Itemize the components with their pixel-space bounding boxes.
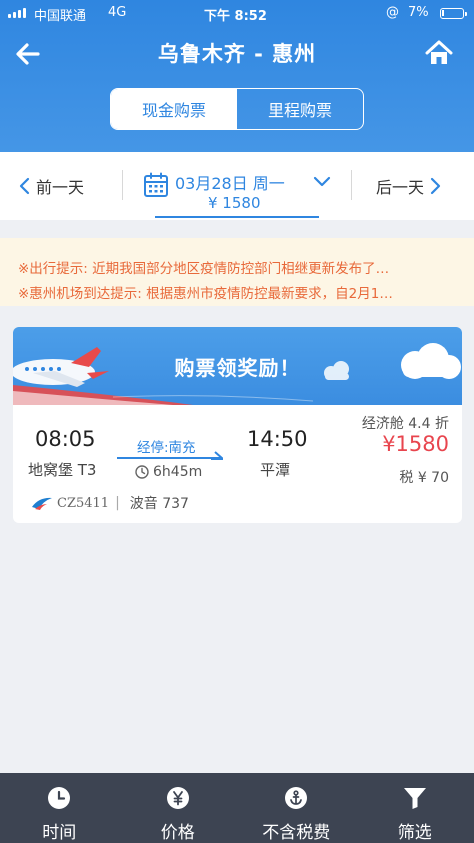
sort-by-price-button[interactable]: 价格 [119, 773, 238, 843]
clock-label: 下午 8:52 [204, 9, 267, 24]
travel-notice[interactable]: ※出行提示: 近期我国部分地区疫情防控部门相继更新发布了… ※惠州机场到达提示:… [0, 238, 474, 306]
cabin-discount: 经济舱 4.4 折 [361, 416, 449, 432]
selected-date: 03月28日 周一 [175, 174, 285, 193]
flight-number: CZ5411 [57, 495, 110, 511]
divider [122, 170, 123, 200]
arrival-time: 14:50 [247, 427, 308, 451]
next-day-label: 后一天 [376, 178, 425, 197]
departure-airport: 地窝堡 T3 [28, 461, 97, 479]
date-underline [155, 216, 319, 218]
tax-label: 税 ¥ 70 [399, 470, 449, 486]
china-southern-logo-icon [32, 497, 52, 510]
bottom-toolbar: 时间 价格 不含税费 筛选 [0, 773, 474, 843]
rotation-lock-icon: @ [386, 5, 399, 20]
stopover-label: 经停:南充 [137, 440, 196, 456]
carrier-label: 中国联通 [34, 9, 87, 24]
tab-label: 筛选 [397, 823, 432, 843]
sort-by-time-button[interactable]: 时间 [0, 773, 119, 843]
next-day-button[interactable]: 后一天 [376, 174, 442, 198]
tab-mileage-ticket[interactable]: 里程购票 [237, 89, 363, 129]
ticket-type-switch: 现金购票 里程购票 [110, 88, 364, 130]
home-icon [425, 40, 453, 64]
flight-card[interactable]: 08:05 地窝堡 T3 经停:南充 6h45m 14:50 平潭 经济舱 4.… [13, 405, 462, 523]
prev-day-label: 前一天 [36, 178, 85, 197]
selected-date-price: ¥ 1580 [208, 194, 261, 212]
network-label: 4G [108, 5, 127, 20]
route-arrow-icon [211, 451, 223, 460]
notice-line: ※出行提示: 近期我国部分地区疫情防控部门相继更新发布了… [18, 261, 390, 277]
route-line [117, 457, 221, 459]
tab-label: 价格 [160, 823, 195, 843]
chevron-down-icon [313, 176, 331, 187]
exclude-tax-button[interactable]: 不含税费 [237, 773, 356, 843]
calendar-icon [144, 172, 168, 197]
banner-title: 购票领奖励！ [174, 356, 301, 380]
duration: 6h45m [135, 464, 202, 480]
page-title: 乌鲁木齐 - 惠州 [157, 42, 317, 66]
airline-info: CZ5411 | 波音 737 [31, 493, 189, 513]
divider [351, 170, 352, 200]
date-picker[interactable]: 03月28日 周一 ¥ 1580 [144, 152, 331, 218]
clock-icon [48, 787, 71, 809]
battery-icon [440, 8, 467, 19]
aircraft-type: 波音 737 [129, 496, 189, 512]
chevron-right-icon [430, 177, 441, 195]
notice-line: ※惠州机场到达提示: 根据惠州市疫情防控最新要求，自2月1… [18, 286, 393, 302]
tab-label: 时间 [42, 823, 77, 843]
promo-banner[interactable]: 购票领奖励！ [13, 327, 462, 405]
date-bar: 前一天 03月28日 周一 ¥ 1580 后一天 [0, 152, 474, 220]
chevron-left-icon [19, 177, 30, 195]
departure-time: 08:05 [35, 427, 96, 451]
arrival-airport: 平潭 [260, 461, 291, 479]
prev-day-button[interactable]: 前一天 [18, 174, 84, 198]
anchor-icon [285, 787, 308, 809]
battery-label: 7% [408, 5, 429, 20]
divider: | [115, 495, 120, 511]
duration-label: 6h45m [153, 464, 203, 480]
filter-button[interactable]: 筛选 [356, 773, 474, 843]
filter-icon [403, 788, 426, 809]
ticket-price: ¥1580 [382, 432, 449, 456]
signal-icon [8, 8, 26, 18]
home-button[interactable] [424, 38, 456, 70]
header: 中国联通 4G 下午 8:52 @ 7% 乌鲁木齐 - 惠州 现金购票 里程购票 [0, 0, 474, 152]
status-bar: 中国联通 4G 下午 8:52 @ 7% [0, 0, 474, 26]
tab-label: 不含税费 [262, 823, 331, 843]
tab-cash-ticket[interactable]: 现金购票 [111, 89, 237, 129]
yen-icon [166, 787, 189, 809]
clock-icon [135, 465, 149, 479]
